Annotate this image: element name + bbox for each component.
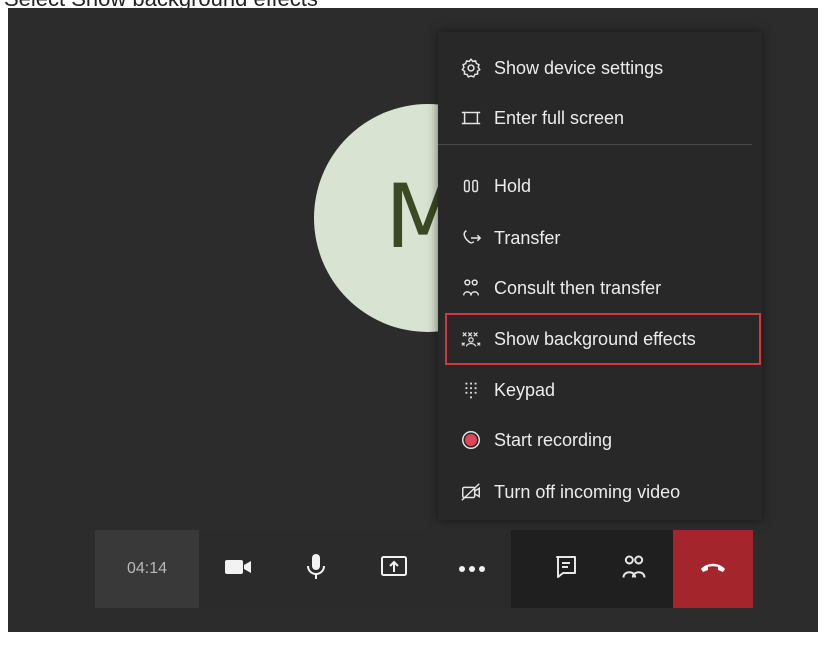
- chat-icon: [554, 554, 578, 585]
- gear-icon: [458, 55, 484, 81]
- chat-button[interactable]: [527, 530, 605, 608]
- share-screen-button[interactable]: [355, 530, 433, 608]
- call-controls-bar: 04:14: [95, 530, 753, 608]
- menu-item-enter-full-screen[interactable]: Enter full screen: [438, 94, 762, 142]
- hang-up-button[interactable]: [673, 530, 753, 608]
- menu-item-label: Consult then transfer: [494, 277, 662, 298]
- menu-item-start-recording[interactable]: Start recording: [438, 416, 762, 464]
- menu-item-label: Enter full screen: [494, 107, 625, 128]
- media-controls: [199, 530, 511, 608]
- participants-icon: [620, 553, 648, 586]
- microphone-icon: [304, 552, 328, 587]
- call-timer: 04:14: [95, 530, 199, 608]
- transfer-icon: [458, 225, 484, 251]
- menu-item-label: Turn off incoming video: [494, 481, 681, 502]
- menu-item-turn-off-incoming-video[interactable]: Turn off incoming video: [438, 468, 762, 516]
- microphone-button[interactable]: [277, 530, 355, 608]
- more-options-button[interactable]: [433, 530, 511, 608]
- camera-icon: [223, 556, 253, 583]
- share-screen-icon: [380, 554, 408, 585]
- menu-item-transfer[interactable]: Transfer: [438, 214, 762, 262]
- hang-up-icon: [699, 560, 727, 579]
- menu-item-label: Hold: [494, 175, 532, 196]
- highlight-box: [445, 313, 761, 365]
- menu-item-consult-then-transfer[interactable]: Consult then transfer: [438, 264, 762, 312]
- more-options-icon: [458, 560, 486, 578]
- menu-divider: [438, 144, 752, 145]
- menu-item-keypad[interactable]: Keypad: [438, 366, 762, 414]
- participants-button[interactable]: [595, 530, 673, 608]
- call-timer-value: 04:14: [126, 560, 168, 577]
- menu-item-label: Keypad: [494, 379, 556, 400]
- bottom-margin: [0, 632, 828, 658]
- menu-item-hold[interactable]: Hold: [438, 162, 762, 210]
- more-options-menu: Show device settings Enter full screen H…: [438, 32, 762, 520]
- menu-item-show-device-settings[interactable]: Show device settings: [438, 44, 762, 92]
- consult-transfer-icon: [458, 275, 484, 301]
- hold-icon: [458, 173, 484, 199]
- menu-item-label: Transfer: [494, 227, 561, 248]
- menu-item-label: Show device settings: [494, 57, 664, 78]
- camera-button[interactable]: [199, 530, 277, 608]
- keypad-icon: [458, 377, 484, 403]
- video-off-icon: [458, 479, 484, 505]
- full-screen-icon: [458, 105, 484, 131]
- record-icon: [458, 427, 484, 453]
- menu-item-label: Start recording: [494, 429, 613, 450]
